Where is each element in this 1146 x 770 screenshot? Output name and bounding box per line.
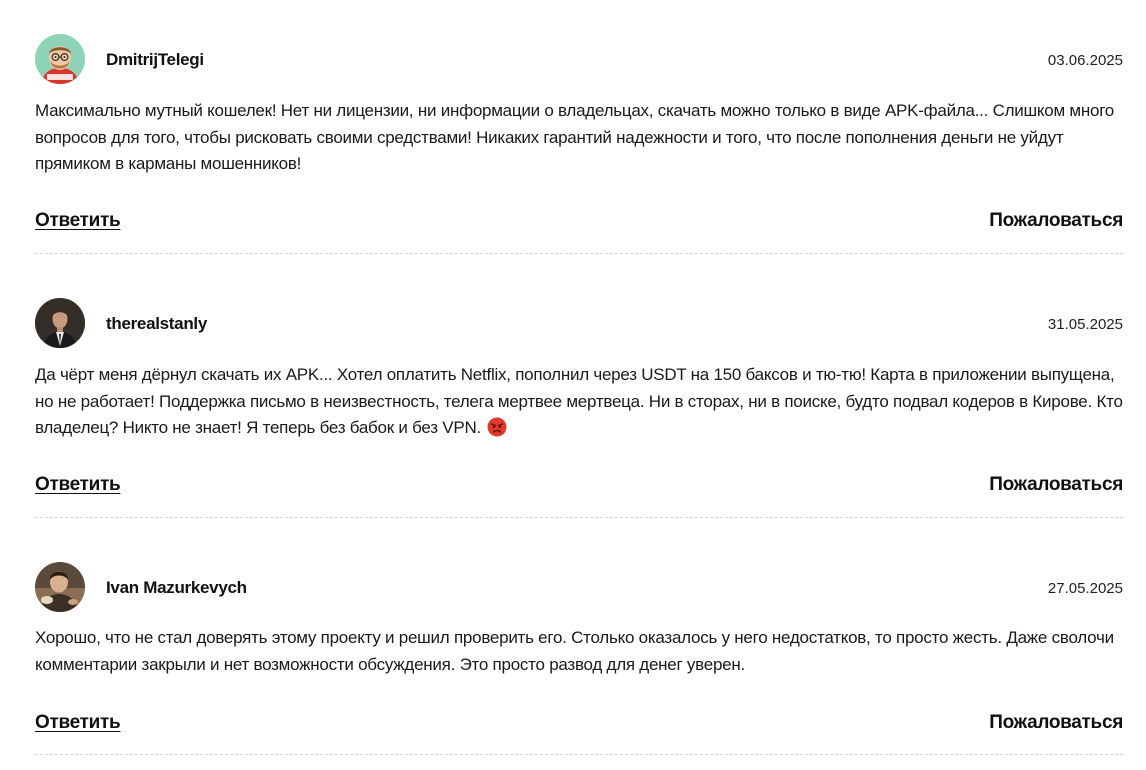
- comment-author: therealstanly: [106, 314, 207, 333]
- man-photo-avatar-icon: [35, 562, 85, 612]
- comment-text: Максимально мутный кошелек! Нет ни лицен…: [35, 101, 1114, 173]
- comment-date: 27.05.2025: [1047, 580, 1123, 597]
- comment-actions: Ответить Пожаловаться: [35, 474, 1123, 498]
- comments-list: DmitrijTelegi 03.06.2025 Максимально мут…: [0, 0, 1146, 770]
- report-link[interactable]: Пожаловаться: [989, 474, 1123, 496]
- comment-date: 31.05.2025: [1047, 316, 1123, 333]
- comment-date: 03.06.2025: [1047, 52, 1123, 69]
- comment-divider: [35, 253, 1123, 254]
- reply-link[interactable]: Ответить: [35, 474, 121, 496]
- comment-text: Да чёрт меня дёрнул скачать их APK... Хо…: [35, 362, 1123, 442]
- comment-author: Ivan Mazurkevych: [106, 578, 247, 597]
- reply-link[interactable]: Ответить: [35, 210, 121, 232]
- comment-item: DmitrijTelegi 03.06.2025 Максимально мут…: [35, 34, 1123, 254]
- comment-header: therealstanly 31.05.2025: [35, 298, 1123, 350]
- comment-item: therealstanly 31.05.2025 Да чёрт меня дё…: [35, 298, 1123, 518]
- angry-face-emoji: [487, 417, 507, 437]
- comment-header: Ivan Mazurkevych 27.05.2025: [35, 562, 1123, 614]
- comment-text: Хорошо, что не стал доверять этому проек…: [35, 628, 1114, 674]
- comment-actions: Ответить Пожаловаться: [35, 712, 1123, 736]
- comment-divider: [35, 517, 1123, 518]
- cartoon-man-avatar-icon: [35, 34, 85, 84]
- comment-item: Ivan Mazurkevych 27.05.2025 Хорошо, что …: [35, 562, 1123, 755]
- comment-divider: [35, 754, 1123, 755]
- comment-header: DmitrijTelegi 03.06.2025: [35, 34, 1123, 86]
- report-link[interactable]: Пожаловаться: [989, 210, 1123, 232]
- man-in-suit-avatar-icon: [35, 298, 85, 348]
- comment-actions: Ответить Пожаловаться: [35, 210, 1123, 234]
- comment-author: DmitrijTelegi: [106, 50, 204, 69]
- reply-link[interactable]: Ответить: [35, 712, 121, 734]
- report-link[interactable]: Пожаловаться: [989, 712, 1123, 734]
- comment-text-body: Да чёрт меня дёрнул скачать их APK... Хо…: [35, 365, 1123, 437]
